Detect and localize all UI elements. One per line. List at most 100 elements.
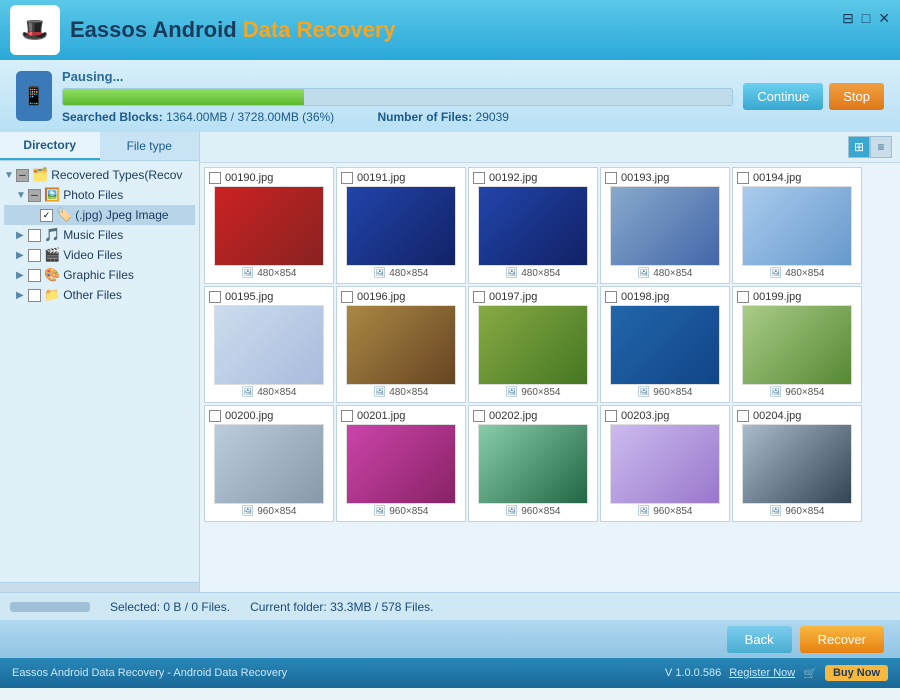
tree-item-label: Recovered Types(Recov [51, 168, 182, 182]
progress-label: Pausing... [62, 69, 733, 84]
grid-item-dim-icon: 🖼 [506, 506, 519, 517]
tree-checkbox[interactable] [28, 289, 41, 302]
tree-checkbox[interactable] [28, 229, 41, 242]
grid-item-image [610, 186, 720, 266]
tree-toggle-icon[interactable]: ▶ [16, 230, 28, 241]
image-grid-item[interactable]: 00191.jpg🖼480×854 [336, 167, 466, 284]
grid-item-header: 00200.jpg [209, 410, 329, 422]
tree-toggle-icon[interactable]: ▼ [16, 190, 28, 201]
grid-item-dim-icon: 🖼 [374, 387, 387, 398]
tree-file-icon: 📁 [44, 287, 60, 303]
tree-item[interactable]: ▶ 📁Other Files [4, 285, 195, 305]
grid-item-checkbox[interactable] [737, 172, 749, 184]
grid-view-button[interactable]: ⊞ [848, 136, 870, 158]
grid-item-checkbox[interactable] [341, 291, 353, 303]
grid-item-image [214, 186, 324, 266]
tree-item[interactable]: ✓🏷️(.jpg) Jpeg Image [4, 205, 195, 225]
grid-item-header: 00193.jpg [605, 172, 725, 184]
grid-item-checkbox[interactable] [737, 291, 749, 303]
tree-checkbox[interactable] [28, 249, 41, 262]
grid-item-checkbox[interactable] [209, 410, 221, 422]
image-grid-item[interactable]: 00204.jpg🖼960×854 [732, 405, 862, 522]
grid-item-dimensions: 🖼480×854 [506, 268, 561, 279]
grid-item-dim-icon: 🖼 [770, 387, 783, 398]
tree-toggle-icon[interactable]: ▶ [16, 270, 28, 281]
grid-item-image [478, 186, 588, 266]
register-link[interactable]: Register Now [729, 667, 795, 679]
tree-toggle-icon[interactable]: ▼ [4, 170, 16, 181]
grid-item-dim-text: 480×854 [785, 268, 824, 279]
stop-button[interactable]: Stop [829, 83, 884, 110]
action-buttons: Back Recover [727, 626, 884, 653]
window-controls[interactable]: ⊟ □ ✕ [842, 10, 890, 27]
image-grid-item[interactable]: 00197.jpg 🖼960×854 [468, 286, 598, 403]
grid-item-dim-text: 480×854 [653, 268, 692, 279]
image-grid-item[interactable]: 00201.jpg🖼960×854 [336, 405, 466, 522]
grid-item-checkbox[interactable] [209, 172, 221, 184]
grid-item-checkbox[interactable] [605, 291, 617, 303]
blocks-label: Searched Blocks: 1364.00MB / 3728.00MB (… [62, 110, 354, 124]
grid-item-checkbox[interactable] [473, 291, 485, 303]
tree-item-label: (.jpg) Jpeg Image [75, 208, 168, 222]
minimize-icon[interactable]: ⊟ [842, 10, 854, 27]
continue-button[interactable]: Continue [743, 83, 823, 110]
tree-item[interactable]: ▶🎬Video Files [4, 245, 195, 265]
tree-toggle-icon[interactable]: ▶ [16, 290, 28, 301]
grid-item-image [478, 424, 588, 504]
grid-item-checkbox[interactable] [341, 410, 353, 422]
grid-item-header: 00197.jpg [473, 291, 593, 303]
tab-filetype[interactable]: File type [100, 132, 200, 160]
close-icon[interactable]: ✕ [878, 10, 890, 27]
tab-directory[interactable]: Directory [0, 132, 100, 160]
grid-item-filename: 00197.jpg [489, 291, 593, 303]
image-grid-item[interactable]: 00192.jpg🖼480×854 [468, 167, 598, 284]
list-view-button[interactable]: ≡ [870, 136, 892, 158]
image-grid-item[interactable]: 00190.jpg🖼480×854 [204, 167, 334, 284]
grid-item-checkbox[interactable] [605, 410, 617, 422]
tree-toggle-icon[interactable]: ▶ [16, 250, 28, 261]
maximize-icon[interactable]: □ [862, 10, 870, 27]
image-grid-item[interactable]: 00195.jpg🖼480×854 [204, 286, 334, 403]
status-scrollbar[interactable] [10, 602, 90, 612]
grid-item-dimensions: 🖼480×854 [374, 387, 429, 398]
tree-checkbox[interactable]: ✓ [40, 209, 53, 222]
grid-item-image [742, 305, 852, 385]
tree-item[interactable]: ▶🎵Music Files [4, 225, 195, 245]
grid-row: 00200.jpg🖼960×85400201.jpg🖼960×85400202.… [204, 405, 896, 522]
sidebar-scrollbar[interactable] [0, 582, 199, 592]
image-grid-item[interactable]: 00200.jpg🖼960×854 [204, 405, 334, 522]
buy-now-button[interactable]: Buy Now [825, 665, 888, 681]
tree-file-icon: 🏷️ [56, 207, 72, 223]
tree-item-label: Graphic Files [63, 268, 134, 282]
tree-checkbox[interactable]: ─ [28, 189, 41, 202]
grid-item-dim-text: 960×854 [521, 387, 560, 398]
image-grid-item[interactable]: 00194.jpg🖼480×854 [732, 167, 862, 284]
back-button[interactable]: Back [727, 626, 792, 653]
grid-item-checkbox[interactable] [341, 172, 353, 184]
grid-item-checkbox[interactable] [737, 410, 749, 422]
tree-item[interactable]: ▼─🖼️Photo Files [4, 185, 195, 205]
tree-item-label: Other Files [63, 288, 122, 302]
tree-item[interactable]: ▼─🗂️Recovered Types(Recov [4, 165, 195, 185]
tree-item-label: Music Files [63, 228, 123, 242]
grid-item-dimensions: 🖼960×854 [770, 387, 825, 398]
recover-button[interactable]: Recover [800, 626, 884, 653]
image-grid-item[interactable]: 00198.jpg🖼960×854 [600, 286, 730, 403]
grid-item-dim-icon: 🖼 [506, 387, 519, 398]
image-grid-item[interactable]: 00193.jpg 🖼480×854 [600, 167, 730, 284]
grid-item-checkbox[interactable] [605, 172, 617, 184]
grid-item-checkbox[interactable] [473, 410, 485, 422]
grid-item-checkbox[interactable] [473, 172, 485, 184]
grid-item-checkbox[interactable] [209, 291, 221, 303]
tree-checkbox[interactable] [28, 269, 41, 282]
image-grid-item[interactable]: 00203.jpg🖼960×854 [600, 405, 730, 522]
image-grid-item[interactable]: 00199.jpg🖼960×854 [732, 286, 862, 403]
titlebar: 🎩 Eassos Android Data Recovery ⊟ □ ✕ [0, 0, 900, 60]
image-grid-item[interactable]: 00196.jpg🖼480×854 [336, 286, 466, 403]
image-grid-item[interactable]: 00202.jpg🖼960×854 [468, 405, 598, 522]
footer-app-name: Eassos Android Data Recovery - Android D… [12, 667, 287, 679]
grid-item-dimensions: 🖼480×854 [638, 268, 693, 279]
tree-item[interactable]: ▶🎨Graphic Files [4, 265, 195, 285]
tree-checkbox[interactable]: ─ [16, 169, 29, 182]
right-panel: ⊞ ≡ 00190.jpg🖼480×85400191.jpg🖼480×85400… [200, 132, 900, 592]
